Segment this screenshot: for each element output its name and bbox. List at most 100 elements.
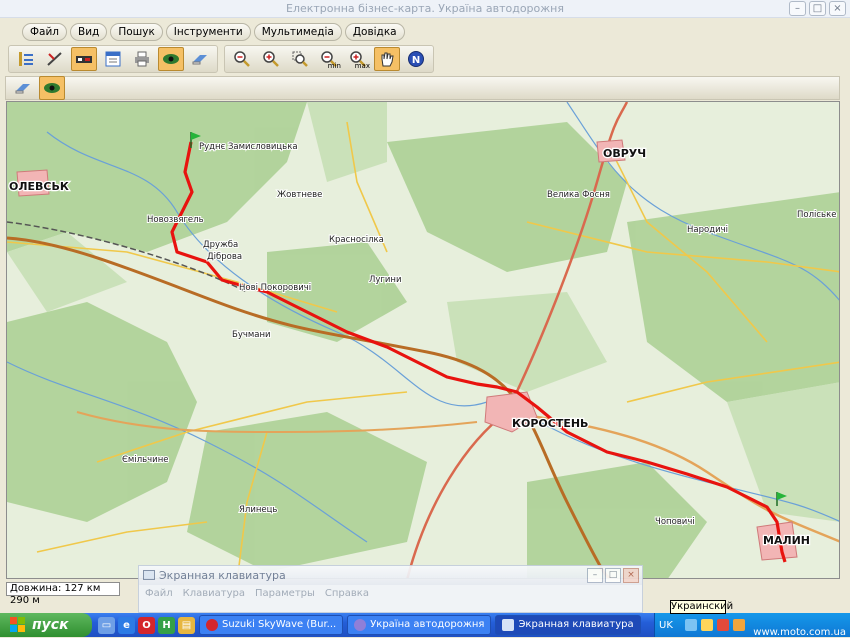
zoom-in-button[interactable] (258, 47, 284, 71)
layers-icon (19, 52, 33, 66)
taskbar-item-map[interactable]: Україна автодорожня (347, 615, 492, 635)
security-icon[interactable] (716, 619, 729, 631)
view-button[interactable] (158, 47, 184, 71)
north-icon: N (408, 51, 424, 67)
menu-search[interactable]: Пошук (110, 23, 163, 41)
zoom-rect-icon (292, 51, 308, 67)
minimize-button[interactable]: – (789, 1, 806, 16)
quick-launch: ▭ e O H ▤ (98, 616, 195, 634)
keyboard-menu-settings[interactable]: Параметры (255, 588, 315, 599)
menu-bar: Файл Вид Пошук Інструменти Мультимедіа Д… (0, 22, 850, 42)
menu-file[interactable]: Файл (22, 23, 68, 41)
taskbar-item-suzuki[interactable]: Suzuki SkyWave (Bur... (199, 615, 344, 635)
zoom-out-button[interactable] (229, 47, 255, 71)
keyboard-menu-keyboard[interactable]: Клавиатура (183, 588, 245, 599)
keyboard-menu-help[interactable]: Справка (325, 588, 369, 599)
taskbar-item-label: Экранная клавиатура (518, 619, 634, 630)
main-toolbar: min max N (0, 44, 850, 74)
volume-icon[interactable] (700, 619, 713, 631)
toolbar-group-main (8, 45, 218, 73)
language-indicator[interactable]: UK (659, 620, 673, 631)
layers-button[interactable] (13, 47, 39, 71)
browser-icon[interactable]: e (118, 616, 135, 634)
pan-hand-icon (381, 52, 394, 67)
town-label: Нові Покоровичі (239, 283, 311, 293)
town-label: Поліське (797, 210, 836, 220)
town-label: Діброва (207, 252, 242, 262)
eraser-icon (192, 55, 207, 65)
town-label: Народичі (687, 225, 728, 235)
menu-tools[interactable]: Інструменти (165, 23, 251, 41)
menu-multimedia[interactable]: Мультимедіа (253, 23, 342, 41)
taskbar-item-label: Suzuki SkyWave (Bur... (222, 619, 337, 630)
start-button[interactable]: пуск (0, 613, 92, 637)
table-icon (105, 51, 121, 67)
route-button[interactable] (71, 47, 97, 71)
opera-icon[interactable]: O (138, 616, 155, 634)
city-label-malyn: МАЛИН (763, 534, 810, 547)
north-button[interactable]: N (403, 47, 429, 71)
window-titlebar: Електронна бізнес-карта. Україна автодор… (0, 0, 850, 18)
zoom-min-button[interactable]: min (316, 47, 342, 71)
keyboard-menu: Файл Клавиатура Параметры Справка (139, 585, 642, 602)
north-label: N (412, 55, 420, 66)
city-label-korosten: КОРОСТЕНЬ (512, 417, 588, 430)
taskbar-item-keyboard[interactable]: Экранная клавиатура (495, 615, 641, 635)
network-icon[interactable] (684, 619, 697, 631)
start-label: пуск (32, 617, 69, 633)
town-label: Руднє Замисловицька (199, 142, 298, 152)
keyboard-window-controls: – □ × (587, 568, 639, 583)
maximize-button[interactable]: □ (809, 1, 826, 16)
keyboard-menu-file[interactable]: Файл (145, 588, 173, 599)
menu-help[interactable]: Довідка (344, 23, 405, 41)
pan-button[interactable] (374, 47, 400, 71)
taskbar-item-label: Україна автодорожня (370, 619, 485, 630)
zoom-max-button[interactable]: max (345, 47, 371, 71)
folder-icon[interactable]: ▤ (178, 616, 195, 634)
keyboard-title: Экранная клавиатура (159, 569, 286, 582)
toolbar-group-zoom: min max N (224, 45, 434, 73)
route-length-status: Довжина: 127 км 290 м (6, 582, 120, 606)
town-label: Ялинець (239, 505, 277, 515)
taskbar: пуск ▭ e O H ▤ Suzuki SkyWave (Bur... Ук… (0, 613, 850, 637)
menu-view[interactable]: Вид (70, 23, 108, 41)
town-label: Новозвягель (147, 215, 204, 225)
city-label-olevsk: ОЛЕВСЬК (9, 180, 69, 193)
watermark: www.moto.com.ua (753, 627, 846, 638)
windows-logo-icon (10, 617, 26, 633)
zoom-rect-button[interactable] (287, 47, 313, 71)
close-button[interactable]: × (829, 1, 846, 16)
city-label-ovruch: ОВРУЧ (603, 147, 646, 160)
ruler-button[interactable] (42, 47, 68, 71)
ruler-icon (47, 52, 62, 66)
zoom-min-label: min (327, 62, 341, 70)
zoom-max-label: max (354, 62, 370, 70)
town-label: Жовтневе (277, 190, 322, 200)
window-title: Електронна бізнес-карта. Україна автодор… (286, 2, 564, 15)
eraser-button-2[interactable] (10, 76, 36, 100)
language-tooltip: Украинский (670, 600, 734, 614)
print-button[interactable] (129, 47, 155, 71)
town-label: Красносілка (329, 235, 384, 245)
onscreen-keyboard-window[interactable]: Экранная клавиатура – □ × Файл Клавиатур… (138, 565, 643, 613)
eraser-button[interactable] (187, 47, 213, 71)
view-button-2[interactable] (39, 76, 65, 100)
keyboard-close-button[interactable]: × (623, 568, 639, 583)
zoom-out-icon (234, 51, 250, 67)
town-label: Лугини (369, 275, 402, 285)
keyboard-icon (143, 570, 155, 580)
keyboard-icon (502, 619, 515, 631)
desktop-icon[interactable]: ▭ (98, 616, 115, 634)
keyboard-minimize-button[interactable]: – (587, 568, 603, 583)
app-icon[interactable]: H (158, 616, 175, 634)
map-svg[interactable]: ОЛЕВСЬК ОВРУЧ КОРОСТЕНЬ МАЛИН Новозвягел… (7, 102, 840, 579)
town-label: Велика Фосня (547, 190, 610, 200)
map-canvas[interactable]: ОЛЕВСЬК ОВРУЧ КОРОСТЕНЬ МАЛИН Новозвягел… (6, 101, 840, 579)
table-button[interactable] (100, 47, 126, 71)
eraser-icon (15, 84, 30, 94)
town-label: Ємільчине (122, 455, 168, 465)
keyboard-maximize-button[interactable]: □ (605, 568, 621, 583)
eye-icon (163, 54, 179, 64)
update-icon[interactable] (732, 619, 745, 631)
keyboard-titlebar[interactable]: Экранная клавиатура – □ × (139, 566, 642, 585)
